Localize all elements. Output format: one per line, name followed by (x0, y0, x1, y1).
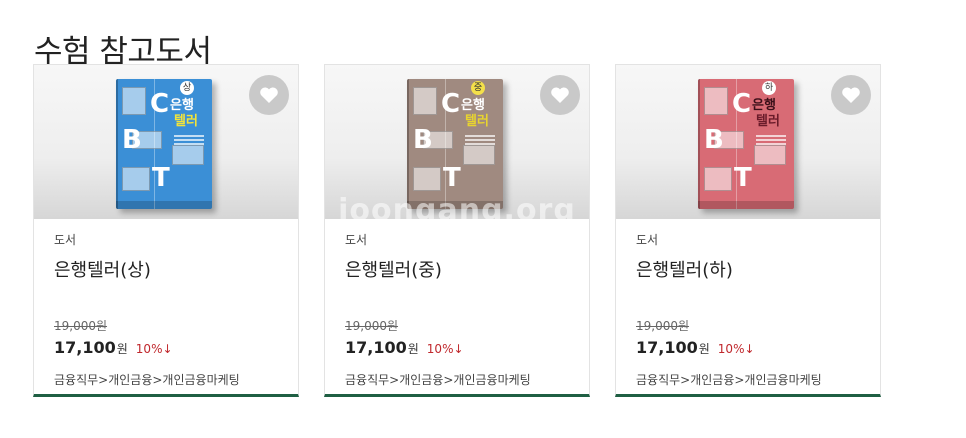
book-cover: C B T 중 은행 텔러 (407, 79, 503, 209)
heart-icon (260, 87, 278, 103)
price-row: 17,100원 10%↓ (54, 338, 173, 357)
product-thumbnail[interactable]: C B T 상 은행 텔러 (34, 65, 298, 219)
product-category: 도서 (636, 233, 659, 247)
product-title[interactable]: 은행텔러(하) (636, 256, 733, 282)
book-cover: C B T 상 은행 텔러 (116, 79, 212, 209)
book-cover: C B T 하 은행 텔러 (698, 79, 794, 209)
currency-unit: 원 (116, 342, 128, 356)
currency-unit: 원 (407, 342, 419, 356)
discount-badge: 10%↓ (135, 342, 173, 356)
heart-icon (842, 87, 860, 103)
original-price: 19,000원 (54, 319, 108, 333)
product-thumbnail[interactable]: C B T 중 은행 텔러 joongang.org (325, 65, 589, 228)
discount-badge: 10%↓ (426, 342, 464, 356)
product-card[interactable]: C B T 하 은행 텔러 도서 은행텔러(하) 19,000원 17,100원… (615, 64, 881, 397)
product-category: 도서 (345, 233, 368, 247)
wishlist-button[interactable] (249, 75, 289, 115)
original-price: 19,000원 (345, 319, 399, 333)
price-row: 17,100원 10%↓ (345, 338, 464, 357)
product-title[interactable]: 은행텔러(중) (345, 256, 442, 282)
product-category: 도서 (54, 233, 77, 247)
price-row: 17,100원 10%↓ (636, 338, 755, 357)
product-card[interactable]: C B T 중 은행 텔러 joongang.org 도서 은행텔러(중) 19… (324, 64, 590, 397)
sale-price: 17,100 (54, 338, 116, 357)
discount-badge: 10%↓ (717, 342, 755, 356)
product-thumbnail[interactable]: C B T 하 은행 텔러 (616, 65, 880, 219)
heart-icon (551, 87, 569, 103)
category-path: 금융직무>개인금융>개인금융마케팅 (636, 373, 822, 387)
original-price: 19,000원 (636, 319, 690, 333)
sale-price: 17,100 (636, 338, 698, 357)
wishlist-button[interactable] (540, 75, 580, 115)
category-path: 금융직무>개인금융>개인금융마케팅 (345, 373, 531, 387)
sale-price: 17,100 (345, 338, 407, 357)
currency-unit: 원 (698, 342, 710, 356)
product-card[interactable]: C B T 상 은행 텔러 도서 은행텔러(상) 19,000원 17,100원… (33, 64, 299, 397)
category-path: 금융직무>개인금융>개인금융마케팅 (54, 373, 240, 387)
product-title[interactable]: 은행텔러(상) (54, 256, 151, 282)
watermark: joongang.org (338, 193, 576, 228)
wishlist-button[interactable] (831, 75, 871, 115)
